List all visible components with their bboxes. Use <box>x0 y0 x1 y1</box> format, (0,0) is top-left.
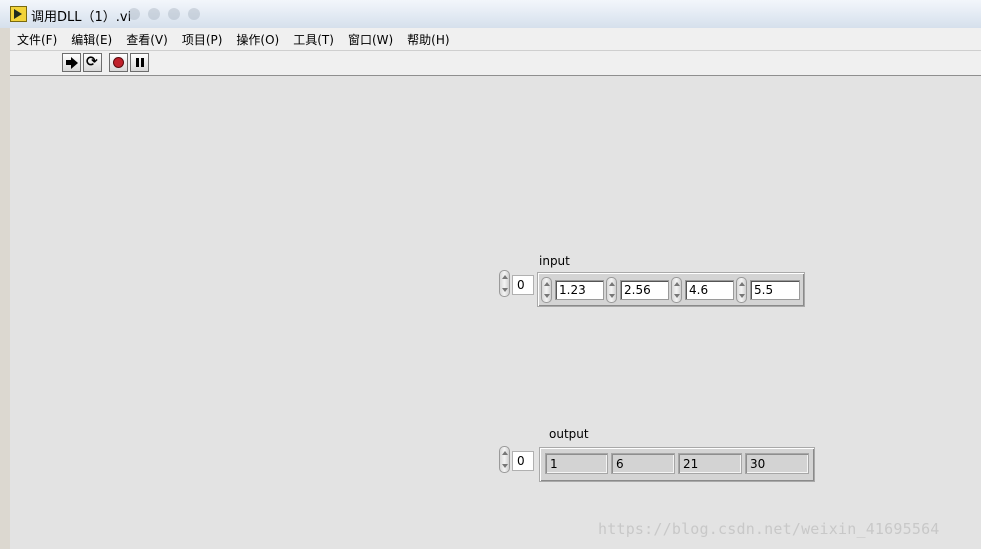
faded-icon <box>168 8 180 20</box>
labview-vi-icon <box>10 6 27 22</box>
menu-edit[interactable]: 编辑(E) <box>64 31 119 48</box>
output-array-label: output <box>549 427 589 441</box>
input-element-spinner[interactable] <box>541 277 552 303</box>
abort-stop-icon[interactable] <box>109 53 128 72</box>
run-arrow-icon[interactable] <box>62 53 81 72</box>
run-continuously-icon[interactable]: ⟳ <box>83 53 102 72</box>
input-element-spinner[interactable] <box>671 277 682 303</box>
output-index-spinner[interactable] <box>499 446 510 473</box>
input-element[interactable]: 1.23 <box>555 280 604 300</box>
faded-icon <box>148 8 160 20</box>
faded-icon <box>128 8 140 20</box>
input-array-label: input <box>539 254 570 268</box>
menu-help[interactable]: 帮助(H) <box>400 31 456 48</box>
menu-project[interactable]: 项目(P) <box>175 31 230 48</box>
window-title-bar: 调用DLL（1）.vi <box>0 0 981 29</box>
menu-tools[interactable]: 工具(T) <box>286 31 341 48</box>
titlebar-ghost-icons <box>128 8 200 20</box>
output-element: 21 <box>678 453 742 474</box>
faded-icon <box>188 8 200 20</box>
input-index-spinner[interactable] <box>499 270 510 297</box>
window-title: 调用DLL（1）.vi <box>31 10 132 25</box>
input-element[interactable]: 4.6 <box>685 280 734 300</box>
output-element: 1 <box>545 453 608 474</box>
input-element-spinner[interactable] <box>606 277 617 303</box>
pause-icon[interactable] <box>130 53 149 72</box>
input-element[interactable]: 2.56 <box>620 280 669 300</box>
menu-view[interactable]: 查看(V) <box>119 31 175 48</box>
output-element: 30 <box>745 453 809 474</box>
output-element: 6 <box>611 453 675 474</box>
input-index-field[interactable]: 0 <box>512 275 534 295</box>
output-index-field[interactable]: 0 <box>512 451 534 471</box>
watermark-url: https://blog.csdn.net/weixin_41695564 <box>598 520 940 538</box>
menu-bar: 文件(F) 编辑(E) 查看(V) 项目(P) 操作(O) 工具(T) 窗口(W… <box>10 28 981 51</box>
front-panel <box>10 76 981 549</box>
menu-operate[interactable]: 操作(O) <box>229 31 286 48</box>
menu-file[interactable]: 文件(F) <box>10 31 64 48</box>
toolbar: ⟳ <box>10 51 981 76</box>
menu-window[interactable]: 窗口(W) <box>341 31 400 48</box>
input-element[interactable]: 5.5 <box>750 280 800 300</box>
input-element-spinner[interactable] <box>736 277 747 303</box>
